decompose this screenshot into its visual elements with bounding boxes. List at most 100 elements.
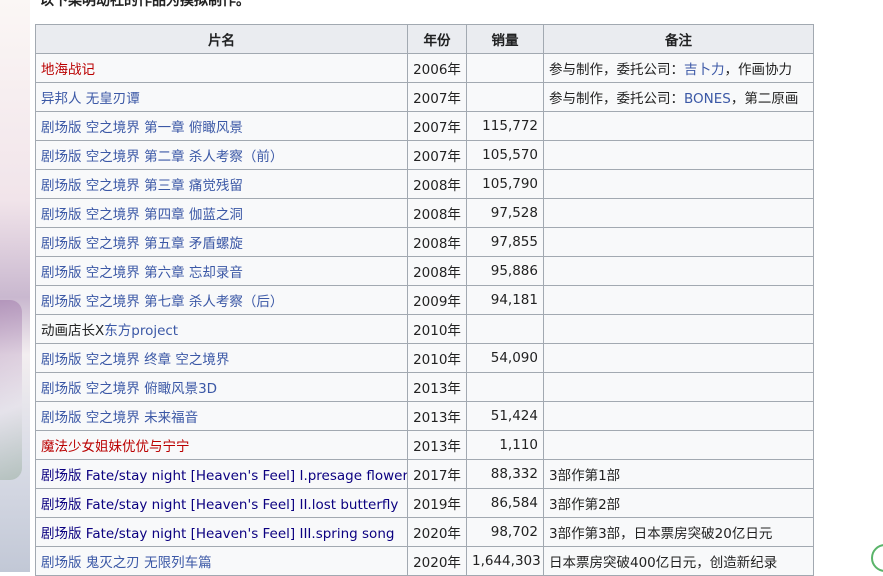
cell-notes	[543, 372, 814, 402]
title-link[interactable]: 剧场版 空之境界 第七章 杀人考察（后）	[41, 294, 283, 310]
background-character-art	[0, 0, 30, 572]
title-link[interactable]: 剧场版 空之境界 第五章 矛盾螺旋	[41, 236, 243, 252]
title-link[interactable]: 剧场版 空之境界 第一章 俯瞰风景	[41, 120, 243, 136]
works-table: 片名 年份 销量 备注 地海战记 2006年 参与制作，委托公司：吉卜力，作画协力异…	[35, 24, 814, 576]
cell-sales: 54,090	[466, 343, 544, 373]
cell-year: 2008年	[407, 169, 467, 199]
table-header-row: 片名 年份 销量 备注	[35, 24, 814, 54]
cell-sales	[466, 53, 544, 83]
cell-title: 魔法少女姐妹优优与宁宁	[35, 430, 408, 460]
cell-year: 2007年	[407, 111, 467, 141]
title-link[interactable]: 剧场版 鬼灭之刃 无限列车篇	[41, 555, 212, 571]
table-row: 魔法少女姐妹优优与宁宁 2013年 1,110	[35, 430, 814, 460]
cell-notes	[543, 401, 814, 431]
title-link[interactable]: 剧场版 空之境界 第三章 痛觉残留	[41, 178, 243, 194]
table-row: 剧场版 空之境界 第三章 痛觉残留 2008年 105,790	[35, 169, 814, 199]
table-row: 剧场版 空之境界 未来福音 2013年 51,424	[35, 401, 814, 431]
cell-sales: 1,644,303	[466, 546, 544, 576]
cell-year: 2013年	[407, 430, 467, 460]
cell-title: 动画店长X东方project	[35, 314, 408, 344]
cell-notes	[543, 198, 814, 228]
note-link[interactable]: 吉卜力	[684, 62, 725, 78]
cell-notes	[543, 111, 814, 141]
title-link[interactable]: 剧场版 Fate/stay night [Heaven's Feel] I.pr…	[41, 468, 407, 484]
cell-notes	[543, 430, 814, 460]
cell-title: 剧场版 空之境界 第二章 杀人考察（前）	[35, 140, 408, 170]
title-link[interactable]: 魔法少女姐妹优优与宁宁	[41, 439, 190, 455]
header-sales: 销量	[466, 24, 544, 54]
cell-sales: 86,584	[466, 488, 544, 518]
cell-title: 剧场版 空之境界 终章 空之境界	[35, 343, 408, 373]
title-link[interactable]: 地海战记	[41, 62, 95, 78]
cell-notes	[543, 314, 814, 344]
note-text: 3部作第2部	[549, 497, 621, 513]
title-link[interactable]: 剧场版 Fate/stay night [Heaven's Feel] III.…	[41, 526, 394, 542]
note-text: 3部作第1部	[549, 468, 621, 484]
header-title: 片名	[35, 24, 408, 54]
note-link[interactable]: BONES	[684, 91, 731, 107]
cell-year: 2017年	[407, 459, 467, 489]
cell-title: 剧场版 空之境界 第三章 痛觉残留	[35, 169, 408, 199]
cell-notes: 日本票房突破400亿日元，创造新纪录	[543, 546, 814, 576]
table-row: 剧场版 空之境界 终章 空之境界 2010年 54,090	[35, 343, 814, 373]
cell-notes: 参与制作，委托公司：BONES，第二原画	[543, 82, 814, 112]
cell-year: 2007年	[407, 140, 467, 170]
title-link[interactable]: 剧场版 空之境界 第六章 忘却录音	[41, 265, 243, 281]
cell-sales	[466, 372, 544, 402]
cell-sales: 95,886	[466, 256, 544, 286]
cell-title: 剧场版 Fate/stay night [Heaven's Feel] I.pr…	[35, 459, 408, 489]
note-text: 日本票房突破400亿日元，创造新纪录	[549, 555, 778, 571]
cell-year: 2020年	[407, 546, 467, 576]
table-row: 剧场版 空之境界 第六章 忘却录音 2008年 95,886	[35, 256, 814, 286]
cell-notes: 3部作第3部，日本票房突破20亿日元	[543, 517, 814, 547]
table-row: 剧场版 空之境界 第五章 矛盾螺旋 2008年 97,855	[35, 227, 814, 257]
cell-year: 2007年	[407, 82, 467, 112]
title-prefix-text: 动画店长X	[41, 323, 105, 339]
cell-year: 2008年	[407, 256, 467, 286]
cell-notes	[543, 169, 814, 199]
cell-title: 剧场版 Fate/stay night [Heaven's Feel] II.l…	[35, 488, 408, 518]
header-notes: 备注	[543, 24, 814, 54]
table-row: 剧场版 空之境界 第七章 杀人考察（后） 2009年 94,181	[35, 285, 814, 315]
table-row: 异邦人 无皇刃谭 2007年 参与制作，委托公司：BONES，第二原画	[35, 82, 814, 112]
cell-year: 2006年	[407, 53, 467, 83]
cell-notes: 参与制作，委托公司：吉卜力，作画协力	[543, 53, 814, 83]
table-row: 剧场版 空之境界 俯瞰风景3D 2013年	[35, 372, 814, 402]
cell-sales: 88,332	[466, 459, 544, 489]
cell-year: 2019年	[407, 488, 467, 518]
cell-notes	[543, 227, 814, 257]
table-row: 剧场版 Fate/stay night [Heaven's Feel] II.l…	[35, 488, 814, 518]
note-text: 参与制作，委托公司：	[549, 62, 684, 78]
cell-sales: 97,855	[466, 227, 544, 257]
cell-year: 2013年	[407, 401, 467, 431]
title-link[interactable]: 异邦人 无皇刃谭	[41, 91, 140, 107]
title-link[interactable]: 剧场版 Fate/stay night [Heaven's Feel] II.l…	[41, 497, 398, 513]
title-link[interactable]: 剧场版 空之境界 终章 空之境界	[41, 352, 229, 368]
cell-year: 2013年	[407, 372, 467, 402]
cell-sales: 94,181	[466, 285, 544, 315]
cell-sales: 98,702	[466, 517, 544, 547]
cell-notes: 3部作第1部	[543, 459, 814, 489]
cell-year: 2009年	[407, 285, 467, 315]
table-row: 动画店长X东方project 2010年	[35, 314, 814, 344]
title-link[interactable]: 剧场版 空之境界 俯瞰风景3D	[41, 381, 217, 397]
cell-title: 剧场版 空之境界 第五章 矛盾螺旋	[35, 227, 408, 257]
floating-action-icon[interactable]	[871, 544, 883, 572]
cell-title: 剧场版 空之境界 俯瞰风景3D	[35, 372, 408, 402]
title-link[interactable]: 剧场版 空之境界 第四章 伽蓝之洞	[41, 207, 243, 223]
intro-text: 以下染明动社的作品为摸拟制作。	[40, 0, 250, 9]
table-row: 剧场版 空之境界 第四章 伽蓝之洞 2008年 97,528	[35, 198, 814, 228]
cell-sales: 51,424	[466, 401, 544, 431]
title-link[interactable]: 剧场版 空之境界 未来福音	[41, 410, 198, 426]
cell-notes	[543, 256, 814, 286]
table-row: 剧场版 Fate/stay night [Heaven's Feel] I.pr…	[35, 459, 814, 489]
cell-notes	[543, 140, 814, 170]
title-link[interactable]: 东方project	[104, 323, 178, 339]
cell-title: 地海战记	[35, 53, 408, 83]
cell-year: 2020年	[407, 517, 467, 547]
table-row: 剧场版 鬼灭之刃 无限列车篇 2020年 1,644,303 日本票房突破400亿日元…	[35, 546, 814, 576]
title-link[interactable]: 剧场版 空之境界 第二章 杀人考察（前）	[41, 149, 283, 165]
cell-notes	[543, 343, 814, 373]
cell-sales: 105,570	[466, 140, 544, 170]
cell-year: 2010年	[407, 343, 467, 373]
